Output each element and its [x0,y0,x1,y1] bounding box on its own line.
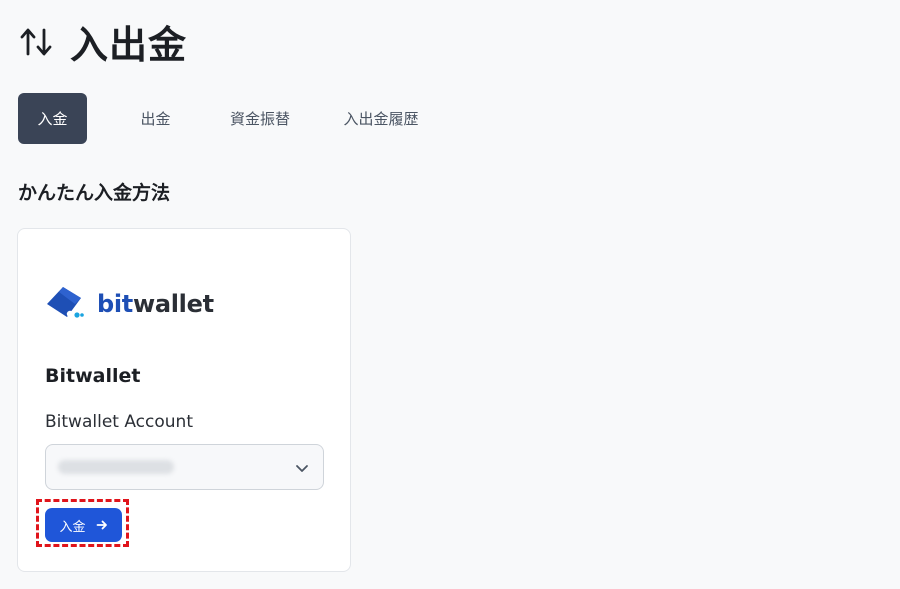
deposit-button-label: 入金 [59,519,86,535]
tab-deposit[interactable]: 入金 [18,93,87,144]
chevron-down-icon [295,460,309,474]
section-title: かんたん入金方法 [18,182,171,204]
bitwallet-logo-text: bitwallet [97,290,214,318]
deposit-button[interactable]: 入金 [45,508,122,542]
logo-text-bit: bit [97,290,133,318]
method-name: Bitwallet [45,365,141,387]
account-select-value [58,460,174,474]
swap-vertical-icon [18,22,56,62]
tab-history[interactable]: 入出金履歴 [326,93,436,144]
arrow-right-icon [96,519,108,531]
bitwallet-logo: bitwallet [45,284,214,324]
account-select[interactable] [45,444,324,490]
tab-withdraw[interactable]: 出金 [121,93,190,144]
logo-text-wallet: wallet [132,290,214,318]
bitwallet-logo-icon [45,284,85,324]
tab-bar: 入金 出金 資金振替 入出金履歴 [18,93,436,144]
page-title: 入出金 [70,23,188,67]
account-label: Bitwallet Account [45,412,193,432]
tab-fund-transfer[interactable]: 資金振替 [220,93,300,144]
page-header: 入出金 [18,14,187,69]
